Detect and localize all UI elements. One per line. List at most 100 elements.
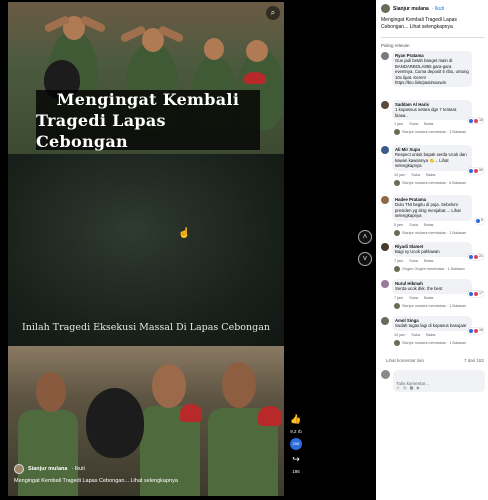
like-link[interactable]: Suka bbox=[409, 296, 418, 300]
avatar[interactable] bbox=[381, 243, 389, 251]
comment-item: Ali Mir Supu Respect untuk bapak serda U… bbox=[381, 145, 488, 186]
avatar bbox=[394, 129, 400, 136]
video-title-line2: Tragedi Lapas Cebongan bbox=[36, 110, 166, 151]
avatar[interactable] bbox=[381, 317, 389, 325]
avatar[interactable] bbox=[381, 196, 389, 204]
video-frame-top: Mengingat Kembali Tragedi Lapas Cebongan… bbox=[8, 2, 284, 154]
love-reaction-icon bbox=[474, 168, 478, 173]
love-reaction-icon bbox=[474, 255, 478, 260]
follow-link[interactable]: · Ikuti bbox=[71, 466, 84, 472]
comment-input[interactable]: Tulis komentar... ☺ ◎ ▦ ◈ bbox=[393, 370, 485, 392]
video-subtitle: Inilah Tragedi Eksekusi Massal Di Lapas … bbox=[22, 322, 270, 333]
like-link[interactable]: Suka bbox=[409, 122, 418, 126]
reaction-count: 5 bbox=[481, 218, 483, 223]
reaction-count: 50 bbox=[479, 168, 483, 173]
camera-icon[interactable]: ◎ bbox=[403, 385, 407, 390]
divider bbox=[381, 37, 485, 38]
video-poster: Sianjur mulana · Ikuti bbox=[14, 464, 85, 474]
replies-link[interactable]: Sianjur mulana membalas · 1 Balasan bbox=[392, 229, 472, 236]
avatar[interactable] bbox=[14, 464, 24, 474]
reaction-badge[interactable]: 18 bbox=[468, 117, 484, 124]
soldier-face bbox=[204, 38, 224, 60]
comment-bubble: Riyadi Slamet Bagi sy Ucok pahlawan 21 bbox=[392, 242, 484, 260]
follow-link[interactable]: · Ikuti bbox=[432, 6, 444, 12]
comment-meta: 5 jam Suka Balas bbox=[392, 223, 472, 227]
post-description[interactable]: Mengingat Kembali Tragedi Lapas Cebongan… bbox=[381, 17, 485, 30]
reaction-badge[interactable]: 21 bbox=[468, 254, 484, 260]
replies-link[interactable]: Ongen Ongen membalas · 1 Balasan bbox=[392, 265, 472, 272]
replies-text[interactable]: Sianjur mulana membalas · 1 Balasan bbox=[402, 304, 466, 308]
comment-time: 1 jam bbox=[394, 122, 404, 127]
replies-link[interactable]: Sianjur mulana membalas · 8 Balasan bbox=[392, 179, 472, 186]
emoji-icon[interactable]: ☺ bbox=[396, 385, 400, 390]
video-frame-middle: Inilah Tragedi Eksekusi Massal Di Lapas … bbox=[8, 154, 284, 346]
comment-meta: 10 jam Suka Balas bbox=[392, 173, 472, 177]
author-name[interactable]: Sianjur mulana bbox=[393, 6, 429, 12]
comment-item: Nurul Hikmah Serda ucok dkk. the best 17… bbox=[381, 279, 488, 309]
video-player[interactable]: Mengingat Kembali Tragedi Lapas Cebongan… bbox=[8, 2, 284, 496]
like-link[interactable]: Suka bbox=[409, 259, 418, 263]
like-link[interactable]: Suka bbox=[411, 173, 420, 177]
comment-text: Respect untuk bapak serda Ucok dan kawan… bbox=[395, 152, 467, 169]
like-reaction-icon bbox=[469, 329, 473, 334]
comment-bubble: Amol Singa Sudah tugas lagi di kopasus b… bbox=[392, 316, 484, 334]
sort-dropdown[interactable]: Paling relevan bbox=[381, 43, 410, 48]
chevron-down-icon[interactable]: ˅ bbox=[358, 252, 372, 266]
comment-text: Bagi sy Ucok pahlawan bbox=[395, 249, 440, 255]
avatar[interactable] bbox=[381, 101, 389, 109]
replies-text[interactable]: Ongen Ongen membalas · 1 Balasan bbox=[402, 267, 465, 271]
thumbs-up-icon[interactable]: 👍 bbox=[290, 414, 301, 425]
sticker-icon[interactable]: ◈ bbox=[416, 385, 419, 390]
shares-count: 186 bbox=[292, 469, 300, 474]
search-icon[interactable]: ⌕ bbox=[266, 6, 280, 20]
comment-bubble: Ali Mir Supu Respect untuk bapak serda U… bbox=[392, 145, 484, 174]
composer-icons: ☺ ◎ ▦ ◈ bbox=[396, 385, 419, 390]
replies-text[interactable]: Sianjur mulana membalas · 1 Balasan bbox=[402, 231, 466, 235]
reply-link[interactable]: Balas bbox=[424, 223, 434, 227]
avatar[interactable] bbox=[381, 280, 389, 288]
reply-link[interactable]: Balas bbox=[424, 122, 434, 126]
replies-text[interactable]: Sianjur mulana membalas · 1 Balasan bbox=[402, 341, 466, 345]
comments-panel: Sianjur mulana · Ikuti Mengingat Kembali… bbox=[376, 0, 488, 500]
poster-name[interactable]: Sianjur mulana bbox=[28, 466, 67, 472]
reply-link[interactable]: Balas bbox=[424, 259, 434, 263]
replies-link[interactable]: Sianjur mulana membalas · 1 Balasan bbox=[392, 129, 472, 136]
comment-time: 10 jam bbox=[394, 172, 406, 177]
gif-icon[interactable]: ▦ bbox=[410, 385, 414, 390]
avatar[interactable] bbox=[381, 52, 389, 60]
video-actions: 👍 9,2 rb 206 ↪ 186 bbox=[288, 414, 304, 474]
video-viewer: ✕ ✲ Mengingat Kembali bbox=[0, 0, 376, 500]
replies-text[interactable]: Sianjur mulana membalas · 1 Balasan bbox=[402, 130, 466, 134]
like-link[interactable]: Suka bbox=[409, 223, 418, 227]
replies-link[interactable]: Sianjur mulana membalas · 1 Balasan bbox=[392, 302, 472, 309]
video-title-line1: Mengingat Kembali bbox=[56, 89, 240, 109]
more-comments-link[interactable]: Lihat komentar lain bbox=[386, 358, 424, 363]
comment-meta: 7 jam Suka Balas bbox=[392, 259, 472, 263]
reaction-badge[interactable]: 50 bbox=[468, 168, 484, 174]
chevron-up-icon[interactable]: ˄ bbox=[358, 230, 372, 244]
replies-text[interactable]: Sianjur mulana membalas · 8 Balasan bbox=[402, 181, 466, 185]
replies-link[interactable]: Sianjur mulana membalas · 1 Balasan bbox=[392, 339, 472, 346]
reaction-count: 17 bbox=[479, 291, 483, 296]
comment-icon[interactable]: 206 bbox=[290, 438, 302, 450]
avatar[interactable] bbox=[381, 4, 390, 13]
reaction-badge[interactable]: 17 bbox=[468, 291, 484, 297]
reaction-count: 18 bbox=[479, 117, 483, 122]
panel-header: Sianjur mulana · Ikuti bbox=[381, 4, 444, 13]
reaction-badge[interactable]: 5 bbox=[475, 218, 484, 224]
avatar bbox=[394, 229, 400, 236]
love-reaction-icon bbox=[474, 292, 478, 297]
reply-link[interactable]: Balas bbox=[426, 173, 436, 177]
comment-bubble: Nurul Hikmah Serda ucok dkk. the best 17 bbox=[392, 279, 484, 297]
share-icon[interactable]: ↪ bbox=[292, 454, 300, 465]
reaction-badge[interactable]: 16 bbox=[468, 328, 484, 334]
comment-text: Sudah tugas lagi di kopasus basujaar bbox=[395, 323, 467, 329]
reply-link[interactable]: Balas bbox=[424, 296, 434, 300]
comment-meta: 10 jam Suka Balas bbox=[392, 333, 472, 337]
like-link[interactable]: Suka bbox=[411, 333, 420, 337]
comment-time: 5 jam bbox=[394, 222, 404, 227]
reply-link[interactable]: Balas bbox=[426, 333, 436, 337]
video-caption[interactable]: Mengingat Kembali Tragedi Lapas Cebongan… bbox=[14, 478, 178, 484]
avatar[interactable] bbox=[381, 146, 389, 154]
soldier-face bbox=[246, 40, 268, 62]
